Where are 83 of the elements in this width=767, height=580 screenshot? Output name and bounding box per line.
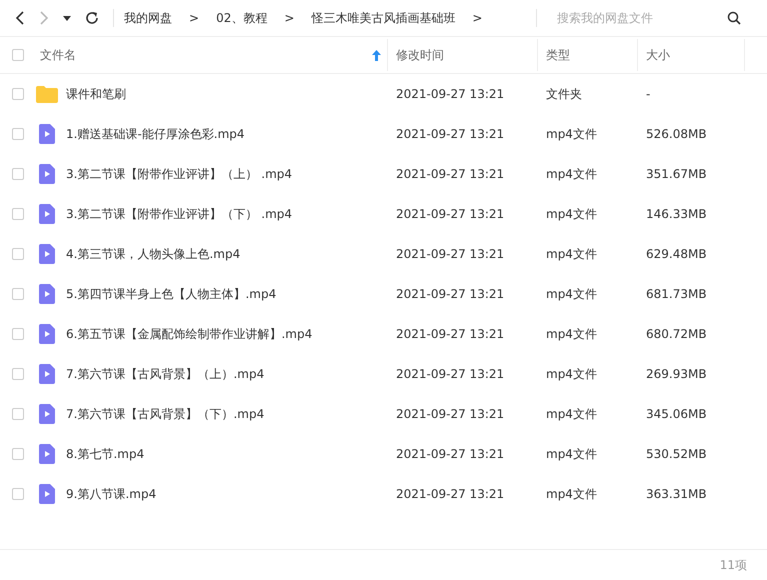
file-size: 530.52MB: [646, 447, 707, 461]
file-size: 363.31MB: [646, 487, 707, 501]
row-checkbox[interactable]: [12, 448, 24, 460]
file-size: 526.08MB: [646, 127, 707, 141]
breadcrumb-separator: >: [284, 11, 294, 25]
modified-time: 2021-09-27 13:21: [396, 247, 504, 261]
dropdown-icon[interactable]: [63, 16, 71, 20]
column-header[interactable]: 大小: [646, 46, 670, 64]
row-checkbox[interactable]: [12, 368, 24, 380]
modified-time: 2021-09-27 13:21: [396, 127, 504, 141]
file-name[interactable]: 3.第二节课【附带作业评讲】（上） .mp4: [66, 166, 292, 182]
column-header[interactable]: 文件名: [40, 46, 76, 64]
column-header[interactable]: 修改时间: [396, 46, 444, 64]
back-icon[interactable]: [15, 11, 25, 25]
file-name[interactable]: 1.赠送基础课-能仔厚涂色彩.mp4: [66, 126, 245, 142]
breadcrumb-item[interactable]: 02、教程: [216, 10, 268, 26]
modified-time: 2021-09-27 13:21: [396, 87, 504, 101]
file-type: mp4文件: [546, 406, 597, 422]
file-type: 文件夹: [546, 86, 582, 102]
file-name[interactable]: 5.第四节课半身上色【人物主体】.mp4: [66, 286, 276, 302]
file-size: 629.48MB: [646, 247, 707, 261]
column-header[interactable]: 类型: [546, 46, 570, 64]
modified-time: 2021-09-27 13:21: [396, 407, 504, 421]
file-size: 269.93MB: [646, 367, 707, 381]
file-name[interactable]: 9.第八节课.mp4: [66, 486, 156, 502]
breadcrumb-separator: >: [189, 11, 200, 25]
file-name[interactable]: 7.第六节课【古风背景】（上）.mp4: [66, 366, 264, 382]
modified-time: 2021-09-27 13:21: [396, 367, 504, 381]
row-checkbox[interactable]: [12, 208, 24, 220]
search-icon[interactable]: [727, 11, 741, 25]
modified-time: 2021-09-27 13:21: [396, 167, 504, 181]
sort-arrow-icon[interactable]: [372, 50, 381, 60]
video-file-icon: [39, 124, 55, 144]
row-checkbox[interactable]: [12, 128, 24, 140]
file-type: mp4文件: [546, 166, 597, 182]
modified-time: 2021-09-27 13:21: [396, 287, 504, 301]
file-name[interactable]: 3.第二节课【附带作业评讲】（下） .mp4: [66, 206, 292, 222]
row-checkbox[interactable]: [12, 248, 24, 260]
file-type: mp4文件: [546, 326, 597, 342]
breadcrumb-item[interactable]: 怪三木唯美古风插画基础班: [311, 10, 456, 26]
video-file-icon: [39, 404, 55, 424]
video-file-icon: [39, 324, 55, 344]
video-file-icon: [39, 444, 55, 464]
file-type: mp4文件: [546, 246, 597, 262]
file-size: 681.73MB: [646, 287, 707, 301]
file-type: mp4文件: [546, 206, 597, 222]
file-name[interactable]: 4.第三节课，人物头像上色.mp4: [66, 246, 240, 262]
modified-time: 2021-09-27 13:21: [396, 487, 504, 501]
file-type: mp4文件: [546, 446, 597, 462]
breadcrumb-separator: >: [472, 11, 482, 25]
modified-time: 2021-09-27 13:21: [396, 207, 504, 221]
video-file-icon: [39, 364, 55, 384]
folder-icon: [36, 86, 58, 102]
video-file-icon: [39, 204, 55, 224]
modified-time: 2021-09-27 13:21: [396, 327, 504, 341]
refresh-icon[interactable]: [85, 11, 99, 25]
file-type: mp4文件: [546, 126, 597, 142]
row-checkbox[interactable]: [12, 288, 24, 300]
row-checkbox[interactable]: [12, 488, 24, 500]
video-file-icon: [39, 484, 55, 504]
file-type: mp4文件: [546, 366, 597, 382]
file-type: mp4文件: [546, 486, 597, 502]
file-size: 351.67MB: [646, 167, 707, 181]
row-checkbox[interactable]: [12, 328, 24, 340]
file-name[interactable]: 课件和笔刷: [66, 86, 126, 102]
row-checkbox[interactable]: [12, 408, 24, 420]
item-count: 11项: [720, 556, 747, 574]
video-file-icon: [39, 244, 55, 264]
row-checkbox[interactable]: [12, 168, 24, 180]
file-name[interactable]: 6.第五节课【金属配饰绘制带作业讲解】.mp4: [66, 326, 312, 342]
video-file-icon: [39, 284, 55, 304]
video-file-icon: [39, 164, 55, 184]
file-name[interactable]: 7.第六节课【古风背景】（下）.mp4: [66, 406, 264, 422]
select-all-checkbox[interactable]: [12, 49, 24, 61]
file-size: 345.06MB: [646, 407, 707, 421]
file-size: -: [646, 87, 650, 101]
row-checkbox[interactable]: [12, 88, 24, 100]
file-name[interactable]: 8.第七节.mp4: [66, 446, 144, 462]
file-size: 146.33MB: [646, 207, 707, 221]
file-type: mp4文件: [546, 286, 597, 302]
breadcrumb-item[interactable]: 我的网盘: [124, 10, 172, 26]
file-size: 680.72MB: [646, 327, 707, 341]
modified-time: 2021-09-27 13:21: [396, 447, 504, 461]
